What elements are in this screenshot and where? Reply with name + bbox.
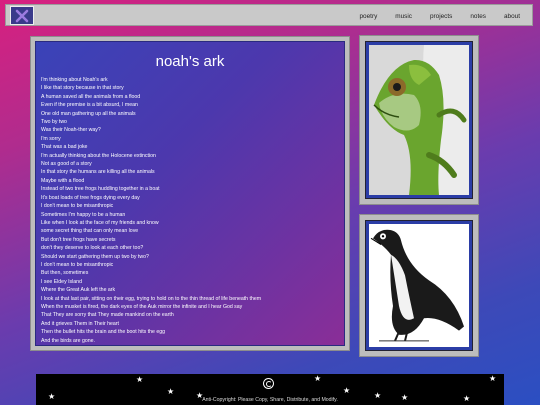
poem-line: I'm thinking about Noah's ark bbox=[41, 77, 108, 83]
copyleft-icon bbox=[263, 378, 274, 389]
auk-image-panel bbox=[359, 214, 479, 357]
poem-line: Was their Noah-ther way? bbox=[41, 127, 101, 134]
footer-license-text: Anti-Copyright: Please Copy, Share, Dist… bbox=[202, 397, 338, 403]
poem-line: Not as good of a story bbox=[41, 161, 92, 168]
poem-line: It's boat loads of tree frogs dying ever… bbox=[41, 194, 140, 201]
home-logo[interactable] bbox=[10, 6, 34, 25]
poem-line: And it grieves Them in Their heart bbox=[41, 320, 119, 327]
star-icon: ★ bbox=[314, 374, 322, 383]
poem-card: noah's ark I'm thinking about Noah's ark… bbox=[35, 41, 345, 346]
poem-line: I'm sorry bbox=[41, 135, 61, 142]
poem-text: I'm thinking about Noah's ark I like that… bbox=[41, 76, 340, 345]
poem-line: Even if the premise is a bit absurd, I m… bbox=[41, 102, 138, 109]
poem-line: In that story the humans are killing all… bbox=[41, 169, 155, 176]
poem-line: Two by two bbox=[41, 119, 67, 126]
poem-line: A human saved all the animals from a flo… bbox=[41, 93, 141, 100]
poem-line: Maybe with a flood bbox=[41, 177, 85, 184]
poem-line: Instead of two tree frogs huddling toget… bbox=[41, 186, 160, 193]
star-icon: ★ bbox=[343, 386, 351, 395]
poem-line: Then the bullet hits the brain and the b… bbox=[41, 329, 166, 336]
poem-line: Should we start gathering them up two by… bbox=[41, 253, 149, 260]
poem-line: I see Eldey Island bbox=[41, 278, 82, 285]
poem-line: I don't mean to be misanthropic bbox=[41, 261, 114, 268]
poem-line: I don't mean to be misanthropic bbox=[41, 203, 114, 210]
poem-line: some secret thing that can only mean lov… bbox=[41, 228, 139, 235]
poem-line: Where the Great Auk left the ark bbox=[41, 287, 116, 294]
poem-line: But then, sometimes bbox=[41, 270, 89, 277]
poem-line: I'm actually thinking about the Holocene… bbox=[41, 152, 156, 159]
top-nav: poetry music projects notes about bbox=[5, 4, 533, 26]
poem-line: That was a bad joke bbox=[41, 144, 88, 151]
nav-link-notes[interactable]: notes bbox=[470, 13, 486, 20]
star-icon: ★ bbox=[167, 387, 175, 396]
great-auk-illustration bbox=[369, 224, 469, 347]
poem-line: I like that story because in that story bbox=[41, 85, 124, 92]
nav-link-music[interactable]: music bbox=[395, 13, 412, 20]
poem-line: don't they deserve to look at each other… bbox=[41, 245, 144, 252]
tree-frog-photo bbox=[369, 45, 469, 195]
poem-line: I look at that last pair, sitting on the… bbox=[41, 295, 262, 302]
x-mark-icon bbox=[15, 9, 29, 22]
poem-line: But don't tree frogs have secrets bbox=[41, 236, 116, 243]
auk-image-frame bbox=[365, 220, 473, 351]
frog-image-panel bbox=[359, 35, 479, 205]
star-icon: ★ bbox=[136, 375, 144, 384]
poem-line: That They are sorry that They made manki… bbox=[41, 312, 174, 319]
footer: ★ ★ ★ ★ ★ ★ ★ ★ ★ ★ Anti-Copyright: Plea… bbox=[36, 374, 504, 405]
poem-panel: noah's ark I'm thinking about Noah's ark… bbox=[30, 36, 350, 351]
poem-line: Sometimes I'm happy to be a human bbox=[41, 211, 126, 218]
poem-line: When the musket is fired, the dark eyes … bbox=[41, 303, 243, 310]
nav-link-poetry[interactable]: poetry bbox=[360, 13, 378, 20]
frog-image-frame bbox=[365, 41, 473, 199]
poem-title: noah's ark bbox=[155, 53, 225, 70]
poem-line: One old man gathering up all the animals bbox=[41, 110, 136, 117]
poem-line: Like when I look at the face of my frien… bbox=[41, 219, 159, 226]
nav-link-about[interactable]: about bbox=[504, 13, 520, 20]
poem-line: And the birds are gone. bbox=[41, 337, 95, 344]
nav-link-projects[interactable]: projects bbox=[430, 13, 452, 20]
nav-links: poetry music projects notes about bbox=[342, 5, 521, 27]
star-icon: ★ bbox=[489, 374, 497, 383]
